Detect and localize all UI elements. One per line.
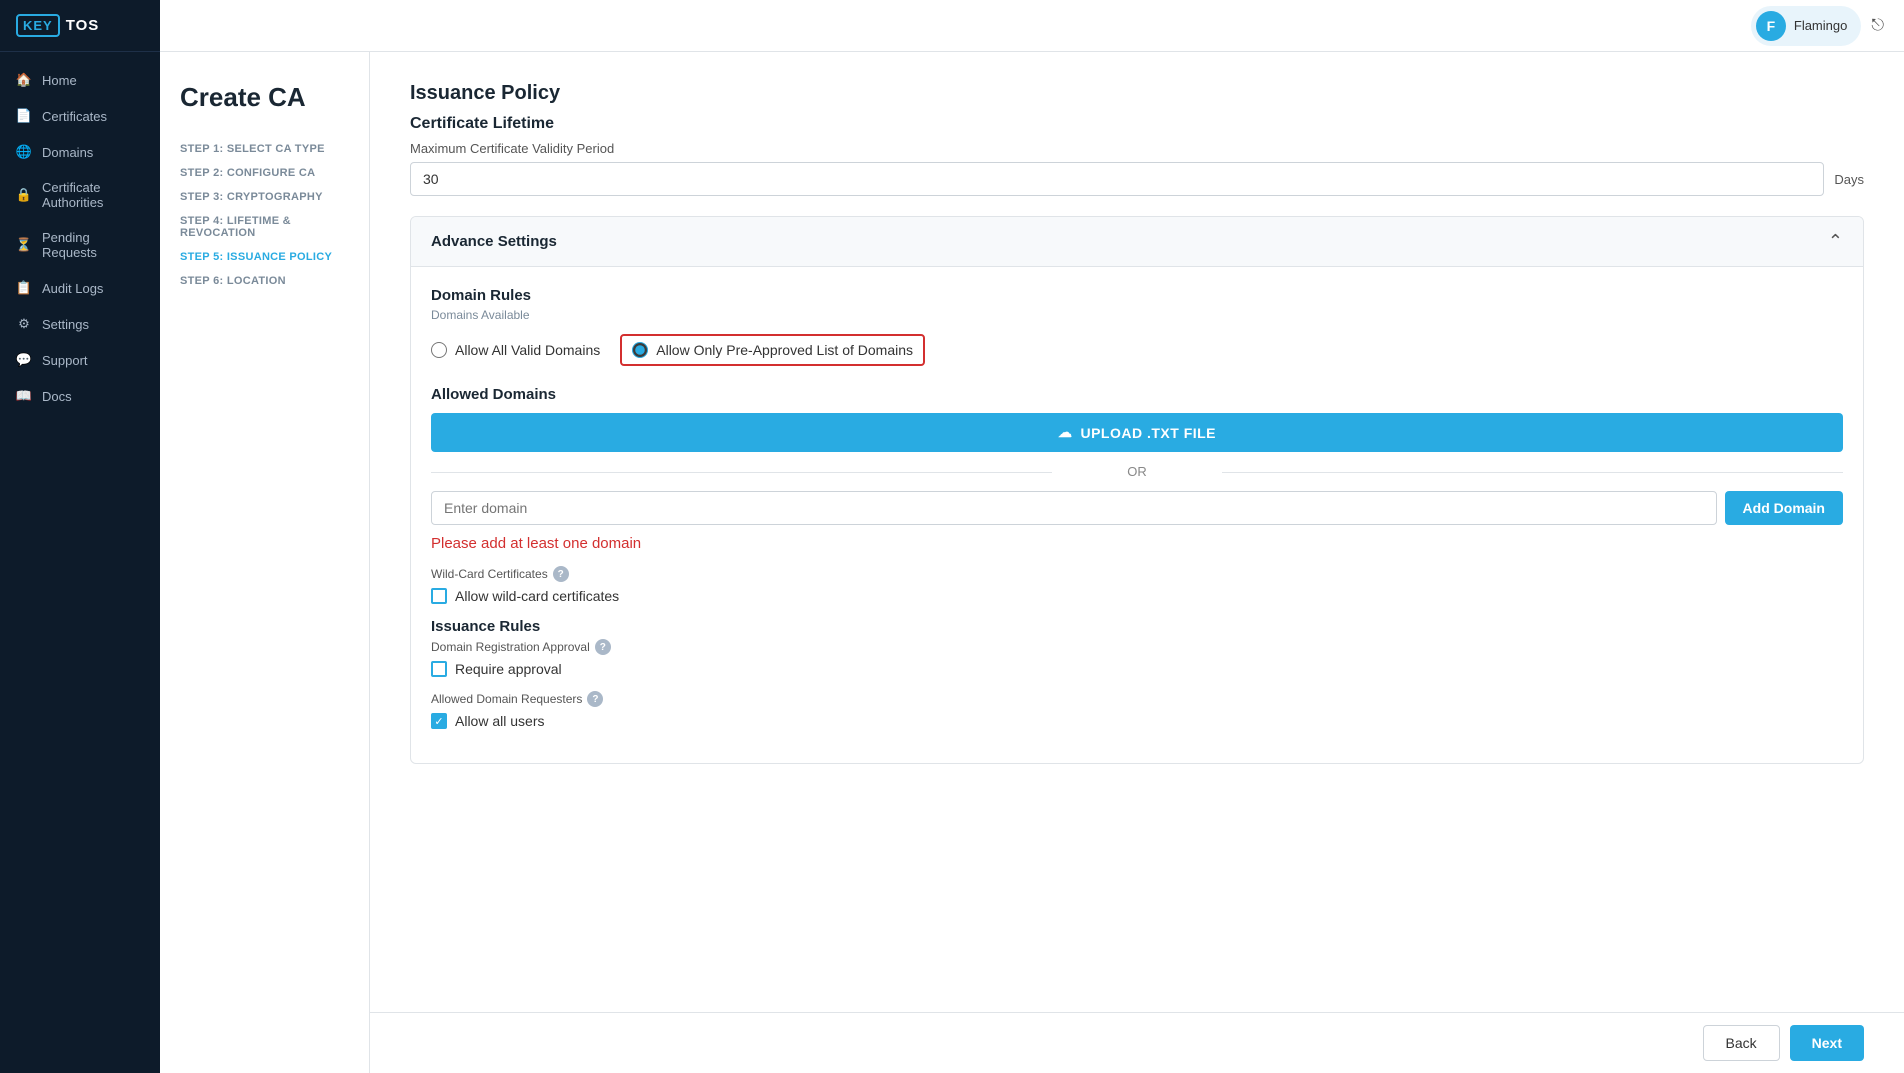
issuance-policy-title: Issuance Policy	[410, 82, 1864, 105]
next-button[interactable]: Next	[1790, 1025, 1864, 1061]
sidebar-item-pending-requests[interactable]: ⏳ Pending Requests	[0, 220, 160, 270]
advance-settings-title: Advance Settings	[431, 233, 557, 250]
sidebar-item-label: Docs	[42, 389, 72, 404]
radio-all-domains-label: Allow All Valid Domains	[455, 342, 600, 358]
wildcard-checkbox-label: Allow wild-card certificates	[455, 588, 619, 604]
domain-reg-approval-label: Domain Registration Approval	[431, 640, 590, 654]
logo: KEY TOS	[0, 0, 160, 52]
logo-tos: TOS	[66, 17, 100, 34]
sidebar-item-label: Certificate Authorities	[42, 180, 144, 210]
require-approval-row[interactable]: Require approval	[431, 661, 1843, 677]
steps-panel: Create CA STEP 1: SELECT CA TYPE STEP 2:…	[160, 52, 370, 1073]
upload-txt-button[interactable]: ☁ UPLOAD .TXT FILE	[431, 413, 1843, 452]
requesters-help-icon[interactable]: ?	[587, 691, 603, 707]
radio-pre-approved[interactable]: Allow Only Pre-Approved List of Domains	[620, 334, 925, 366]
domains-available-label: Domains Available	[431, 308, 1843, 322]
sidebar-item-label: Domains	[42, 145, 93, 160]
logo-key: KEY	[16, 14, 60, 37]
sidebar-item-label: Pending Requests	[42, 230, 144, 260]
or-divider: OR	[431, 464, 1843, 479]
user-name: Flamingo	[1794, 18, 1847, 33]
sidebar-item-certificates[interactable]: 📄 Certificates	[0, 98, 160, 134]
avatar: F	[1756, 11, 1786, 41]
add-domain-button[interactable]: Add Domain	[1725, 491, 1843, 525]
allowed-requesters-section: Allowed Domain Requesters ?	[431, 691, 1843, 707]
support-icon: 💬	[16, 352, 32, 368]
user-pill[interactable]: F Flamingo	[1751, 6, 1861, 46]
radio-all-domains-input[interactable]	[431, 342, 447, 358]
sidebar-item-certificate-authorities[interactable]: 🔒 Certificate Authorities	[0, 170, 160, 220]
allow-all-users-row[interactable]: ✓ Allow all users	[431, 713, 1843, 729]
allow-all-users-label: Allow all users	[455, 713, 544, 729]
validity-input[interactable]	[410, 162, 1824, 196]
sidebar-item-label: Certificates	[42, 109, 107, 124]
back-button[interactable]: Back	[1703, 1025, 1780, 1061]
sidebar-nav: 🏠 Home 📄 Certificates 🌐 Domains 🔒 Certif…	[0, 52, 160, 1073]
sidebar-item-docs[interactable]: 📖 Docs	[0, 378, 160, 414]
bottom-bar: Back Next	[370, 1012, 1904, 1073]
step-3[interactable]: STEP 3: CRYPTOGRAPHY	[180, 185, 349, 209]
pending-icon: ⏳	[16, 237, 32, 253]
step-4[interactable]: STEP 4: LIFETIME & REVOCATION	[180, 209, 349, 245]
validity-row: Days	[410, 162, 1864, 196]
radio-preapproved-label: Allow Only Pre-Approved List of Domains	[656, 342, 913, 358]
step-6[interactable]: STEP 6: LOCATION	[180, 269, 349, 293]
validity-unit: Days	[1834, 172, 1864, 187]
allow-all-users-checkbox[interactable]: ✓	[431, 713, 447, 729]
step-2[interactable]: STEP 2: CONFIGURE CA	[180, 161, 349, 185]
max-validity-label: Maximum Certificate Validity Period	[410, 141, 1864, 156]
domain-reg-help-icon[interactable]: ?	[595, 639, 611, 655]
advance-settings-header[interactable]: Advance Settings ⌃	[411, 217, 1863, 267]
upload-btn-label: UPLOAD .TXT FILE	[1080, 425, 1216, 441]
domain-input-row: Add Domain	[431, 491, 1843, 525]
wildcard-checkbox-row[interactable]: Allow wild-card certificates	[431, 588, 1843, 604]
sidebar-item-label: Audit Logs	[42, 281, 103, 296]
require-approval-label: Require approval	[455, 661, 562, 677]
advance-body: Domain Rules Domains Available Allow All…	[411, 267, 1863, 763]
wildcard-checkbox[interactable]	[431, 588, 447, 604]
main-area: F Flamingo ⎋ Create CA STEP 1: SELECT CA…	[160, 0, 1904, 1073]
topbar: F Flamingo ⎋	[160, 0, 1904, 52]
sidebar-item-label: Home	[42, 73, 77, 88]
home-icon: 🏠	[16, 72, 32, 88]
upload-icon: ☁	[1058, 424, 1073, 441]
logout-icon[interactable]: ⎋	[1871, 17, 1884, 35]
allowed-domains-title: Allowed Domains	[431, 386, 1843, 403]
sidebar-item-home[interactable]: 🏠 Home	[0, 62, 160, 98]
sidebar-item-domains[interactable]: 🌐 Domains	[0, 134, 160, 170]
cert-lifetime-title: Certificate Lifetime	[410, 115, 1864, 133]
advance-settings-box: Advance Settings ⌃ Domain Rules Domains …	[410, 216, 1864, 764]
require-approval-checkbox[interactable]	[431, 661, 447, 677]
issuance-rules-title: Issuance Rules	[431, 618, 1843, 635]
sidebar-item-label: Settings	[42, 317, 89, 332]
wildcard-label: Wild-Card Certificates	[431, 567, 548, 581]
ca-icon: 🔒	[16, 187, 32, 203]
page-title: Create CA	[180, 82, 349, 113]
error-message: Please add at least one domain	[431, 535, 1843, 552]
chevron-up-icon: ⌃	[1828, 231, 1843, 252]
sidebar-item-label: Support	[42, 353, 88, 368]
step-5[interactable]: STEP 5: ISSUANCE POLICY	[180, 245, 349, 269]
wildcard-help-icon[interactable]: ?	[553, 566, 569, 582]
domains-icon: 🌐	[16, 144, 32, 160]
domain-rules-title: Domain Rules	[431, 287, 1843, 304]
docs-icon: 📖	[16, 388, 32, 404]
certificates-icon: 📄	[16, 108, 32, 124]
allowed-requesters-label: Allowed Domain Requesters	[431, 692, 582, 706]
content-area: Create CA STEP 1: SELECT CA TYPE STEP 2:…	[160, 52, 1904, 1073]
form-panel: Issuance Policy Certificate Lifetime Max…	[370, 52, 1904, 1012]
sidebar: KEY TOS 🏠 Home 📄 Certificates 🌐 Domains …	[0, 0, 160, 1073]
radio-allow-all[interactable]: Allow All Valid Domains	[431, 342, 600, 358]
sidebar-item-support[interactable]: 💬 Support	[0, 342, 160, 378]
sidebar-item-audit-logs[interactable]: 📋 Audit Logs	[0, 270, 160, 306]
domain-reg-approval-section: Domain Registration Approval ?	[431, 639, 1843, 655]
domain-input[interactable]	[431, 491, 1717, 525]
audit-icon: 📋	[16, 280, 32, 296]
settings-icon: ⚙	[16, 316, 32, 332]
wildcard-section: Wild-Card Certificates ?	[431, 566, 1843, 582]
sidebar-item-settings[interactable]: ⚙ Settings	[0, 306, 160, 342]
step-1[interactable]: STEP 1: SELECT CA TYPE	[180, 137, 349, 161]
radio-group: Allow All Valid Domains Allow Only Pre-A…	[431, 334, 1843, 366]
radio-preapproved-input[interactable]	[632, 342, 648, 358]
